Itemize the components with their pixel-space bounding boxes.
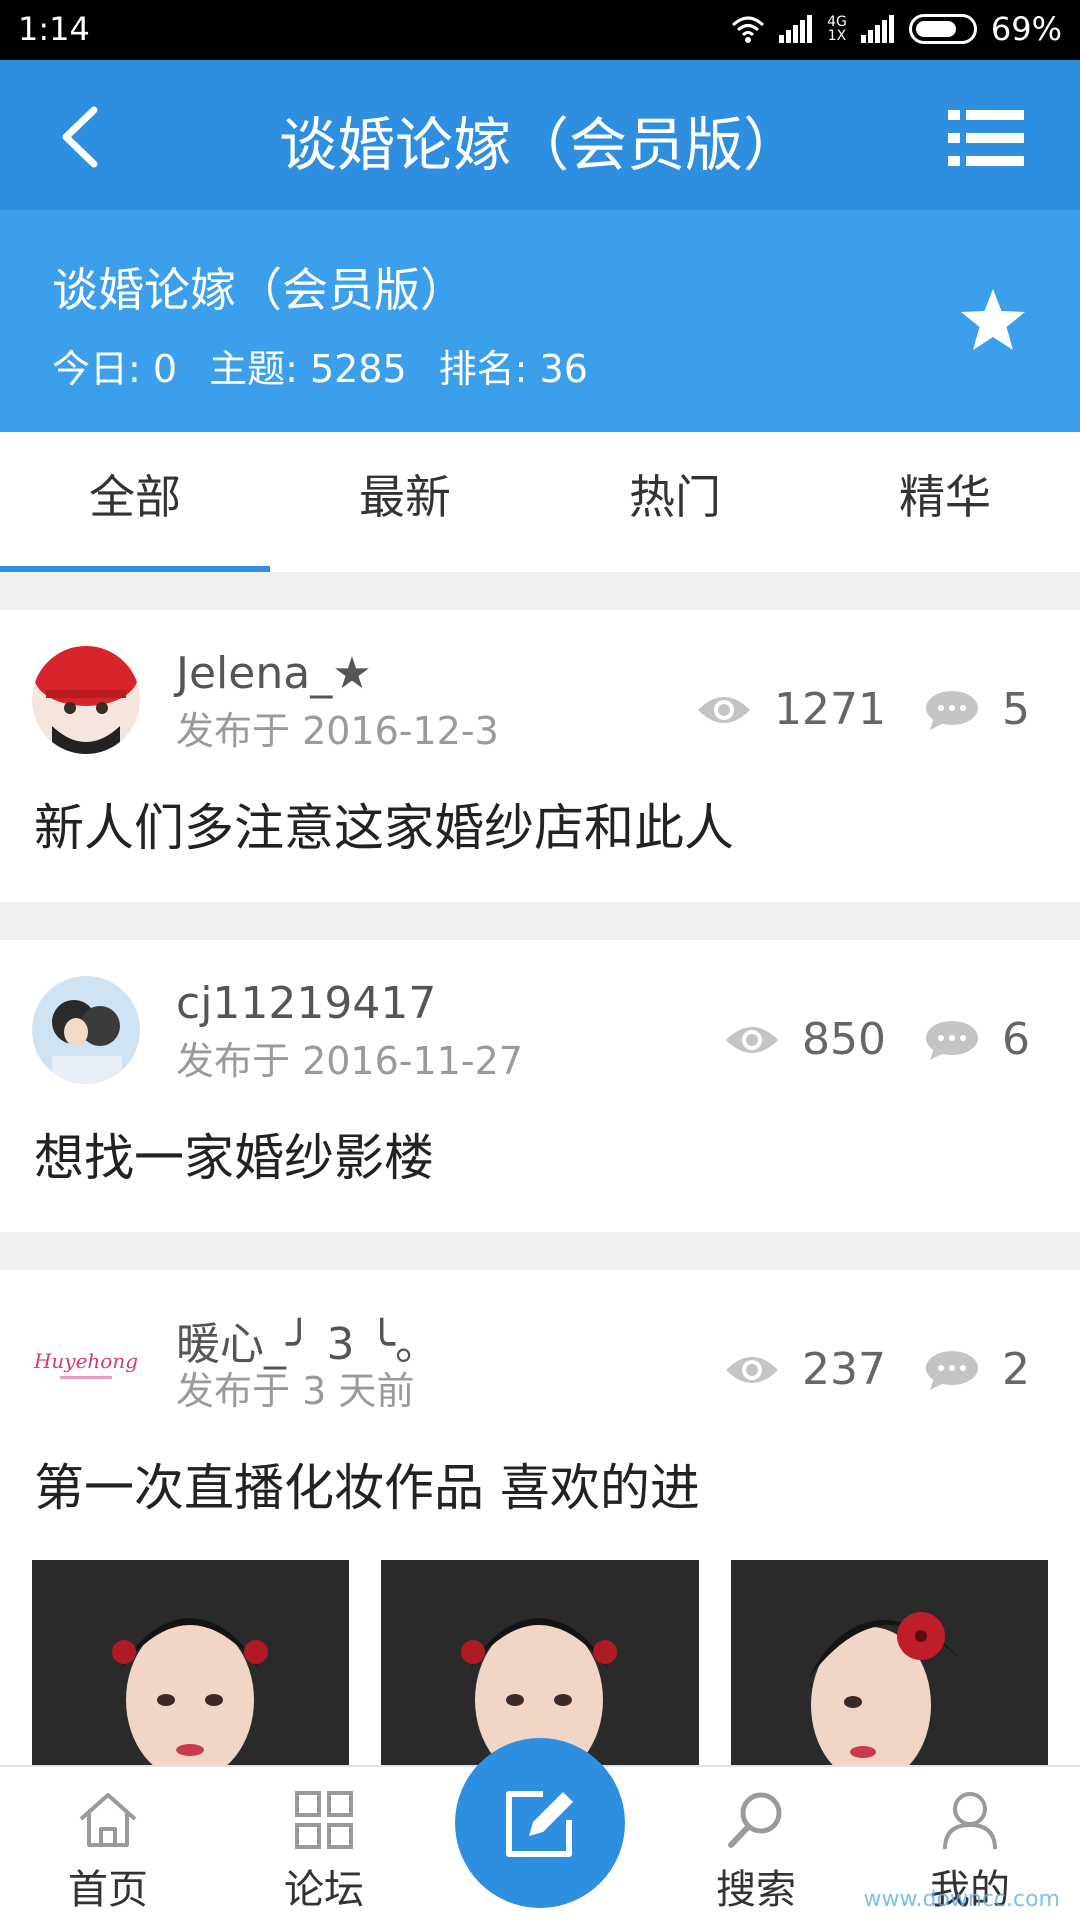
page-title: 谈婚论嫁（会员版） <box>278 111 801 179</box>
grid-icon <box>295 1791 353 1849</box>
user-icon <box>943 1792 997 1850</box>
tab-featured[interactable]: 精华 <box>810 432 1080 572</box>
eye-icon <box>726 1356 779 1383</box>
post-author[interactable]: cj11219417 <box>176 978 436 1029</box>
nav-bar: 谈婚论嫁（会员版） <box>0 60 1080 210</box>
edit-icon <box>506 1791 573 1857</box>
post-author[interactable]: Jelena_★ <box>176 648 372 699</box>
wifi-icon <box>732 16 765 43</box>
post-meta: 237 2 <box>724 1344 1030 1395</box>
status-time: 1:14 <box>18 10 90 48</box>
post-image[interactable] <box>32 1560 350 1780</box>
eye-icon <box>698 696 751 723</box>
stat-rank: 排名: 36 <box>438 347 588 391</box>
avatar[interactable] <box>32 976 140 1084</box>
home-icon <box>79 1793 137 1847</box>
nav-search[interactable]: 搜索 <box>686 1787 826 1915</box>
watermark: www.downcc.com <box>863 1887 1061 1912</box>
nav-forum[interactable]: 论坛 <box>254 1787 394 1915</box>
battery-level: 69% <box>990 10 1062 48</box>
post-item[interactable]: cj11219417 发布于 2016-11-27 850 6 想找一家婚纱影楼 <box>0 940 1080 1232</box>
view-count: 850 <box>802 1014 886 1065</box>
comment-count: 6 <box>1002 1014 1030 1065</box>
comment-count: 2 <box>1002 1344 1030 1395</box>
post-title[interactable]: 想找一家婚纱影楼 <box>34 1118 434 1190</box>
nav-home[interactable]: 首页 <box>38 1787 178 1915</box>
compose-button[interactable] <box>455 1738 625 1908</box>
signal-icon-2 <box>860 15 894 43</box>
favorite-star-icon[interactable] <box>958 286 1028 356</box>
stat-today: 今日: 0 <box>52 347 178 391</box>
search-icon <box>728 1792 782 1848</box>
tab-latest[interactable]: 最新 <box>270 432 540 572</box>
comment-icon <box>926 690 978 730</box>
svg-text:Huyehong: Huyehong <box>33 1349 138 1373</box>
post-title[interactable]: 第一次直播化妆作品 喜欢的进 <box>34 1448 700 1520</box>
nav-home-label: 首页 <box>68 1867 148 1913</box>
status-bar: 1:14 4G 1X 69% <box>0 0 1080 60</box>
battery-icon <box>908 14 977 44</box>
avatar[interactable]: Huyehong <box>32 1306 140 1414</box>
filter-tabs: 全部 最新 热门 精华 <box>0 432 1080 572</box>
eye-icon <box>726 1026 779 1053</box>
avatar[interactable] <box>32 646 140 754</box>
signal-icon <box>779 15 813 43</box>
post-meta: 850 6 <box>724 1014 1030 1065</box>
view-count: 237 <box>802 1344 886 1395</box>
stat-topics: 主题: 5285 <box>209 347 407 391</box>
forum-stats: 今日: 0 主题: 5285 排名: 36 <box>52 338 588 393</box>
forum-name: 谈婚论嫁（会员版） <box>52 263 466 317</box>
post-date: 发布于 2016-11-27 <box>176 1039 523 1083</box>
post-image[interactable] <box>730 1560 1048 1780</box>
tab-all[interactable]: 全部 <box>0 432 270 572</box>
network-type: 4G 1X <box>827 14 847 44</box>
post-date: 发布于 3 天前 <box>176 1369 415 1413</box>
status-icons: 4G 1X 69% <box>731 10 1062 48</box>
nav-forum-label: 论坛 <box>284 1867 364 1913</box>
post-item[interactable]: Huyehong 暖心_╯ 3 ╰。 发布于 3 天前 237 2 第一次直播化… <box>0 1270 1080 1780</box>
post-title[interactable]: 新人们多注意这家婚纱店和此人 <box>34 788 734 860</box>
comment-icon <box>926 1350 978 1390</box>
comment-icon <box>926 1020 978 1060</box>
menu-list-icon[interactable] <box>948 110 1024 166</box>
comment-count: 5 <box>1002 684 1030 735</box>
post-date: 发布于 2016-12-3 <box>176 709 499 753</box>
tab-hot[interactable]: 热门 <box>540 432 810 572</box>
view-count: 1271 <box>774 684 886 735</box>
nav-search-label: 搜索 <box>716 1867 796 1913</box>
post-meta: 1271 5 <box>696 684 1030 735</box>
post-item[interactable]: Jelena_★ 发布于 2016-12-3 1271 5 新人们多注意这家婚纱… <box>0 610 1080 902</box>
forum-header: 谈婚论嫁（会员版） 今日: 0 主题: 5285 排名: 36 <box>0 210 1080 432</box>
